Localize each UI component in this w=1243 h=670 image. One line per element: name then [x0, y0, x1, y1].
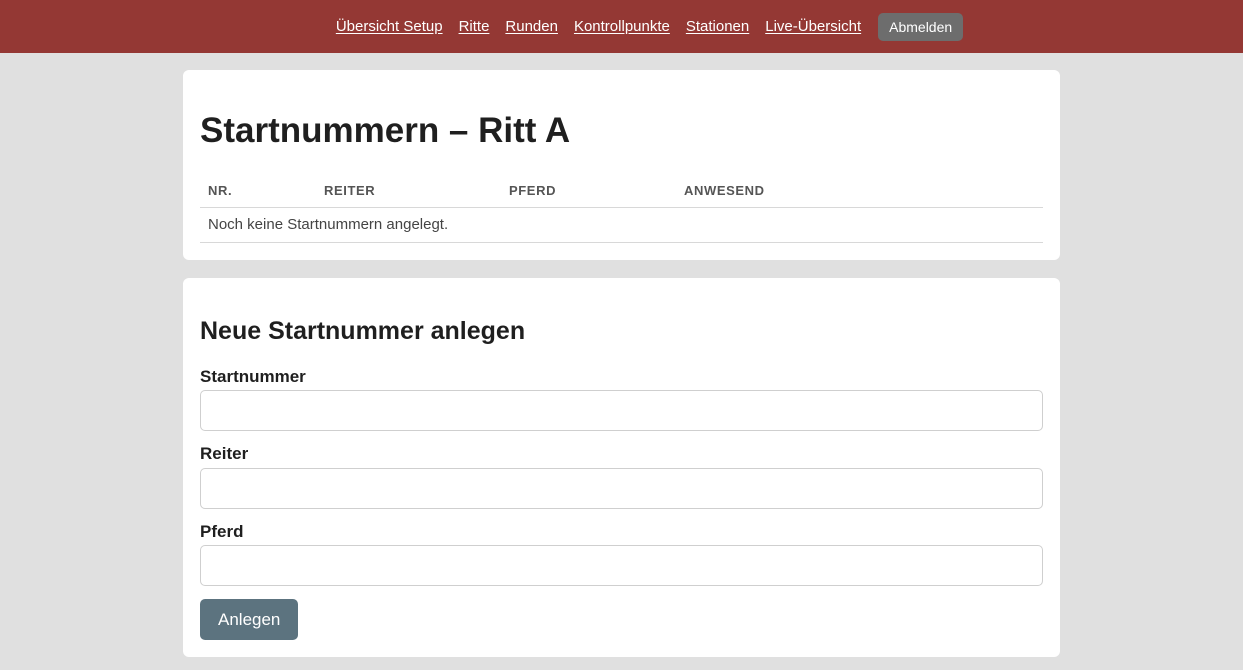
column-header-pferd: PFERD [501, 174, 676, 208]
logout-button[interactable]: Abmelden [878, 12, 964, 41]
column-header-anwesend: ANWESEND [676, 174, 1043, 208]
nav-link-stationen[interactable]: Stationen [686, 18, 749, 35]
nav-link-ritte[interactable]: Ritte [459, 18, 490, 35]
startnummer-input[interactable] [200, 390, 1043, 431]
column-header-nr: NR. [200, 174, 316, 208]
nav-link-kontrollpunkte[interactable]: Kontrollpunkte [574, 18, 670, 35]
pferd-input[interactable] [200, 545, 1043, 586]
reiter-input[interactable] [200, 468, 1043, 509]
table-header-row: NR. REITER PFERD ANWESEND [200, 174, 1043, 208]
start-numbers-card: Startnummern – Ritt A NR. REITER PFERD A… [183, 70, 1060, 260]
table-row: Noch keine Startnummern angelegt. [200, 207, 1043, 243]
top-navigation-bar: Übersicht Setup Ritte Runden Kontrollpun… [0, 0, 1243, 53]
reiter-label: Reiter [200, 444, 249, 463]
new-start-number-form: Neue Startnummer anlegen Startnummer Rei… [183, 278, 1060, 657]
start-numbers-table: NR. REITER PFERD ANWESEND Noch keine Sta… [200, 174, 1043, 243]
nav-link-uebersicht-setup[interactable]: Übersicht Setup [336, 18, 443, 35]
empty-table-message: Noch keine Startnummern angelegt. [200, 207, 1043, 243]
pferd-label: Pferd [200, 522, 244, 541]
nav-links: Übersicht Setup Ritte Runden Kontrollpun… [336, 18, 861, 35]
page-title: Startnummern – Ritt A [200, 111, 571, 150]
submit-button[interactable]: Anlegen [200, 599, 299, 640]
nav-link-runden[interactable]: Runden [505, 18, 558, 35]
startnummer-label: Startnummer [200, 367, 306, 386]
column-header-reiter: REITER [316, 174, 501, 208]
nav-link-live-uebersicht[interactable]: Live-Übersicht [765, 18, 861, 35]
form-title: Neue Startnummer anlegen [200, 317, 526, 345]
